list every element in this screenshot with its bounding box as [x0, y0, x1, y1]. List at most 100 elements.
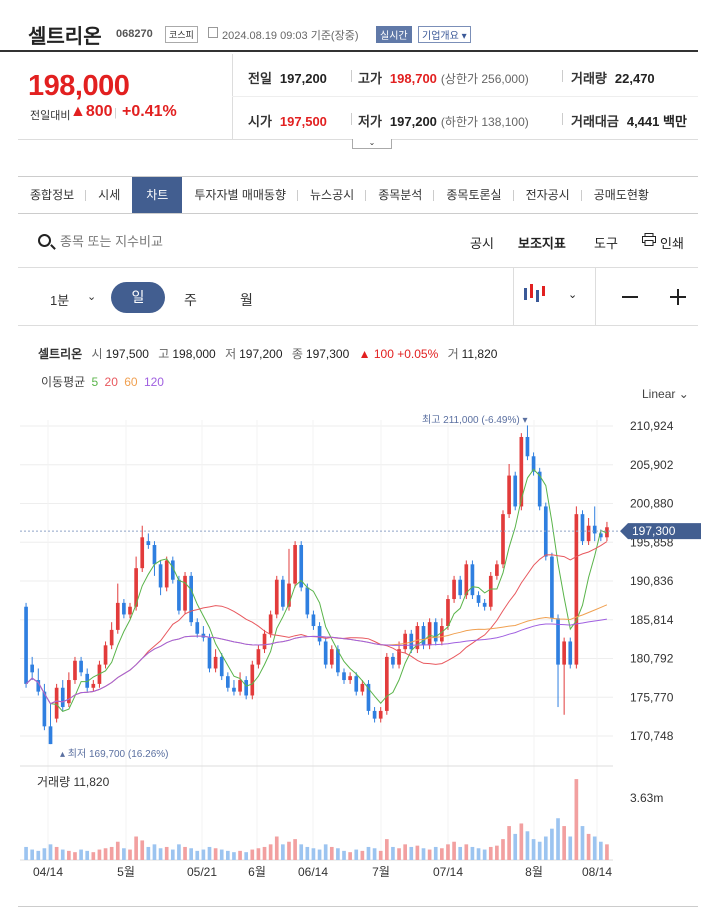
- divider: [562, 113, 563, 125]
- candle: [574, 514, 579, 665]
- tab-analysis[interactable]: 종목분석: [366, 177, 435, 213]
- ma60-legend: 60: [124, 375, 138, 389]
- chevron-down-icon[interactable]: ⌄: [87, 290, 96, 303]
- candle: [360, 683, 365, 692]
- scale-dropdown[interactable]: Linear ⌄: [642, 387, 689, 401]
- tab-label: 차트: [146, 188, 169, 202]
- volume-bar: [543, 836, 548, 860]
- x-tick-label: 08/14: [582, 865, 612, 879]
- period-selector: 1분 ⌄ 일 주 월 ⌄: [18, 268, 698, 326]
- candle: [30, 664, 35, 673]
- change-readout: ▲ 100 +0.05%: [358, 347, 439, 361]
- volume-bar: [372, 848, 377, 860]
- y-tick-label: 170,748: [630, 729, 674, 743]
- candle: [122, 602, 126, 615]
- realtime-badge[interactable]: 실시간: [376, 26, 412, 43]
- tab-discussion[interactable]: 종목토론실: [434, 177, 514, 213]
- disclosure-toggle[interactable]: 공시: [470, 233, 494, 252]
- volume-bar: [170, 849, 175, 860]
- open-readout: 197,500: [105, 347, 149, 361]
- candle: [183, 575, 187, 611]
- candle-chart-type-icon[interactable]: [522, 282, 548, 306]
- period-month-button[interactable]: 월: [240, 290, 253, 310]
- volume-bar: [605, 844, 609, 860]
- candle: [372, 710, 377, 719]
- trade-amount: 거래대금 4,441 백만: [571, 111, 687, 130]
- volume-bar: [562, 826, 566, 860]
- market-badge: 코스피: [165, 26, 198, 43]
- volume-bar: [299, 844, 304, 860]
- volume-bar: [452, 841, 456, 860]
- price-chart[interactable]: 210,924205,902200,880195,858190,836185,8…: [0, 400, 715, 900]
- candle: [54, 687, 59, 719]
- volume-key: 거: [447, 347, 459, 361]
- moving-average-legend[interactable]: 이동평균 5 20 60 120: [38, 373, 164, 390]
- volume-bar: [177, 844, 181, 860]
- candle: [256, 649, 261, 665]
- upper-limit: (상한가 256,000): [440, 72, 529, 86]
- company-info-dropdown[interactable]: 기업개요 ▾: [418, 26, 471, 43]
- tab-chart[interactable]: 차트: [132, 177, 183, 213]
- x-tick-label: 07/14: [433, 865, 463, 879]
- candle: [158, 564, 163, 588]
- zoom-in-icon[interactable]: [670, 289, 686, 305]
- candle: [495, 564, 499, 576]
- volume-bar: [30, 849, 35, 860]
- stock-header: 셀트리온 068270 코스피 2024.08.19 09:03 기준(장중) …: [0, 0, 698, 52]
- y-tick-label: 180,792: [630, 652, 674, 666]
- printer-icon[interactable]: [642, 233, 656, 246]
- tab-quotes[interactable]: 시세: [86, 177, 132, 213]
- indicator-button[interactable]: 보조지표: [518, 233, 566, 252]
- volume-bar: [24, 846, 28, 860]
- tab-overview[interactable]: 종합정보: [18, 177, 87, 213]
- volume-bar: [525, 831, 530, 860]
- volume-bar: [513, 833, 518, 860]
- volume-bar: [158, 848, 163, 860]
- open-price: 시가 197,500: [248, 111, 327, 130]
- volume-bar: [415, 845, 420, 860]
- tab-disclosure[interactable]: 전자공시: [514, 177, 582, 213]
- candle: [274, 579, 279, 615]
- tools-button[interactable]: 도구: [594, 233, 618, 252]
- candle: [378, 710, 383, 719]
- period-week-button[interactable]: 주: [184, 290, 197, 310]
- volume-bar: [476, 848, 481, 860]
- y-tick-label: 210,924: [630, 419, 674, 433]
- candle: [580, 514, 585, 542]
- period-day-button[interactable]: 일: [111, 282, 165, 313]
- volume-bar: [54, 846, 59, 860]
- tab-label: 종목토론실: [446, 188, 502, 202]
- tab-short-selling[interactable]: 공매도현황: [582, 177, 661, 213]
- interval-dropdown[interactable]: 1분: [50, 290, 69, 309]
- y-tick-label: 200,880: [630, 497, 674, 511]
- volume-bar: [67, 850, 71, 860]
- diff-value: ▲800: [70, 103, 113, 120]
- volume-bar: [440, 848, 444, 860]
- volume-bar: [128, 849, 132, 860]
- open-key: 시: [91, 347, 103, 361]
- candle: [556, 618, 560, 665]
- x-tick-label: 8월: [525, 865, 543, 879]
- print-button[interactable]: 인쇄: [660, 233, 684, 252]
- volume-bar: [256, 848, 261, 860]
- volume-bar: [470, 846, 475, 860]
- ma-label: 이동평균: [41, 375, 86, 389]
- volume-bar: [586, 833, 591, 860]
- zoom-out-icon[interactable]: [622, 296, 638, 298]
- expand-toggle-chevron-down-icon[interactable]: ⌄: [352, 139, 392, 149]
- x-tick-label: 04/14: [33, 865, 63, 879]
- tab-news[interactable]: 뉴스공시: [298, 177, 367, 213]
- candle: [42, 691, 47, 727]
- volume-bar: [323, 844, 328, 860]
- volume-bar: [134, 836, 138, 860]
- volume-bar: [250, 849, 255, 860]
- volume-bar: [384, 839, 389, 860]
- compare-search-input[interactable]: [60, 230, 260, 252]
- volume-bar: [482, 849, 487, 860]
- volume-bar: [598, 841, 603, 860]
- volume-bar: [433, 846, 438, 860]
- tab-investor-trading[interactable]: 투자자별 매매동향: [182, 177, 299, 213]
- volume-bar: [336, 848, 340, 860]
- chevron-down-icon[interactable]: ⌄: [568, 288, 577, 301]
- volume-bar: [348, 852, 352, 860]
